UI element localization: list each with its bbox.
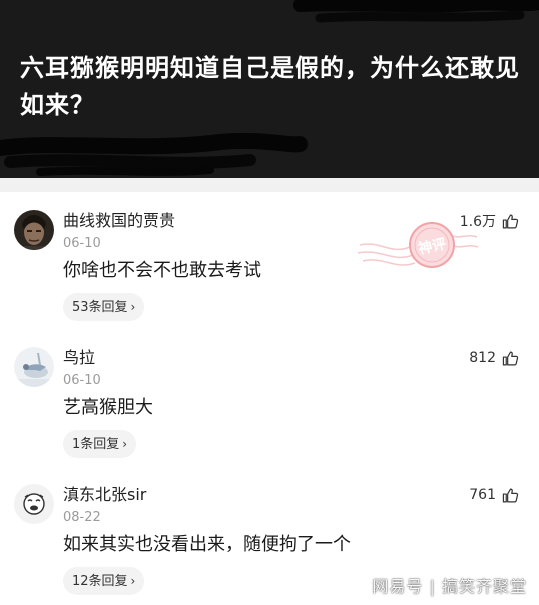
comment-date: 06-10 — [63, 236, 101, 251]
avatar[interactable] — [14, 347, 54, 387]
comment-item: 鸟拉 06-10 艺高猴胆大 1条回复 › 812 — [0, 347, 539, 482]
username[interactable]: 曲线救国的贾贵 — [63, 210, 175, 232]
like-button[interactable]: 761 — [469, 484, 519, 506]
replies-label: 53条回复 — [72, 300, 128, 315]
like-count: 812 — [469, 350, 496, 366]
chevron-right-icon: › — [130, 300, 136, 314]
comment-text: 你啥也不会不也敢去考试 — [63, 260, 261, 281]
comment-date: 08-22 — [63, 510, 101, 525]
dark-portrait-avatar-icon — [14, 210, 54, 250]
comment-text: 艺高猴胆大 — [63, 397, 153, 418]
section-divider — [0, 178, 539, 192]
username[interactable]: 滇东北张sir — [63, 484, 146, 506]
like-count: 761 — [469, 487, 496, 503]
comment-date: 06-10 — [63, 373, 101, 388]
question-title: 六耳猕猴明明知道自己是假的，为什么还敢见如来？ — [20, 54, 520, 119]
like-button[interactable]: 1.6万 — [460, 210, 519, 232]
like-button[interactable]: 812 — [469, 347, 519, 369]
avatar[interactable] — [14, 484, 54, 524]
username[interactable]: 鸟拉 — [63, 347, 95, 369]
replies-label: 1条回复 — [72, 437, 120, 452]
replies-label: 12条回复 — [72, 574, 128, 589]
like-count: 1.6万 — [459, 214, 496, 230]
replies-button[interactable]: 1条回复 › — [63, 430, 137, 458]
comment-item: 曲线救国的贾贵 06-10 你啥也不会不也敢去考试 53条回复 › 1.6万 — [0, 210, 539, 345]
question-header: 六耳猕猴明明知道自己是假的，为什么还敢见如来？ — [0, 0, 539, 178]
replies-button[interactable]: 12条回复 › — [63, 567, 145, 595]
chevron-right-icon: › — [130, 574, 136, 588]
source-watermark: 网易号 | 搞笑齐聚堂 — [372, 577, 527, 596]
avatar[interactable] — [14, 210, 54, 250]
chevron-right-icon: › — [122, 437, 128, 451]
thumbs-up-icon — [502, 488, 519, 502]
replies-button[interactable]: 53条回复 › — [63, 293, 145, 321]
bird-avatar-icon — [14, 347, 54, 387]
comment-text: 如来其实也没看出来，随便拘了一个 — [63, 534, 351, 555]
thumbs-up-icon — [502, 351, 519, 365]
cartoon-face-avatar-icon — [14, 484, 54, 524]
thumbs-up-icon — [502, 214, 519, 228]
